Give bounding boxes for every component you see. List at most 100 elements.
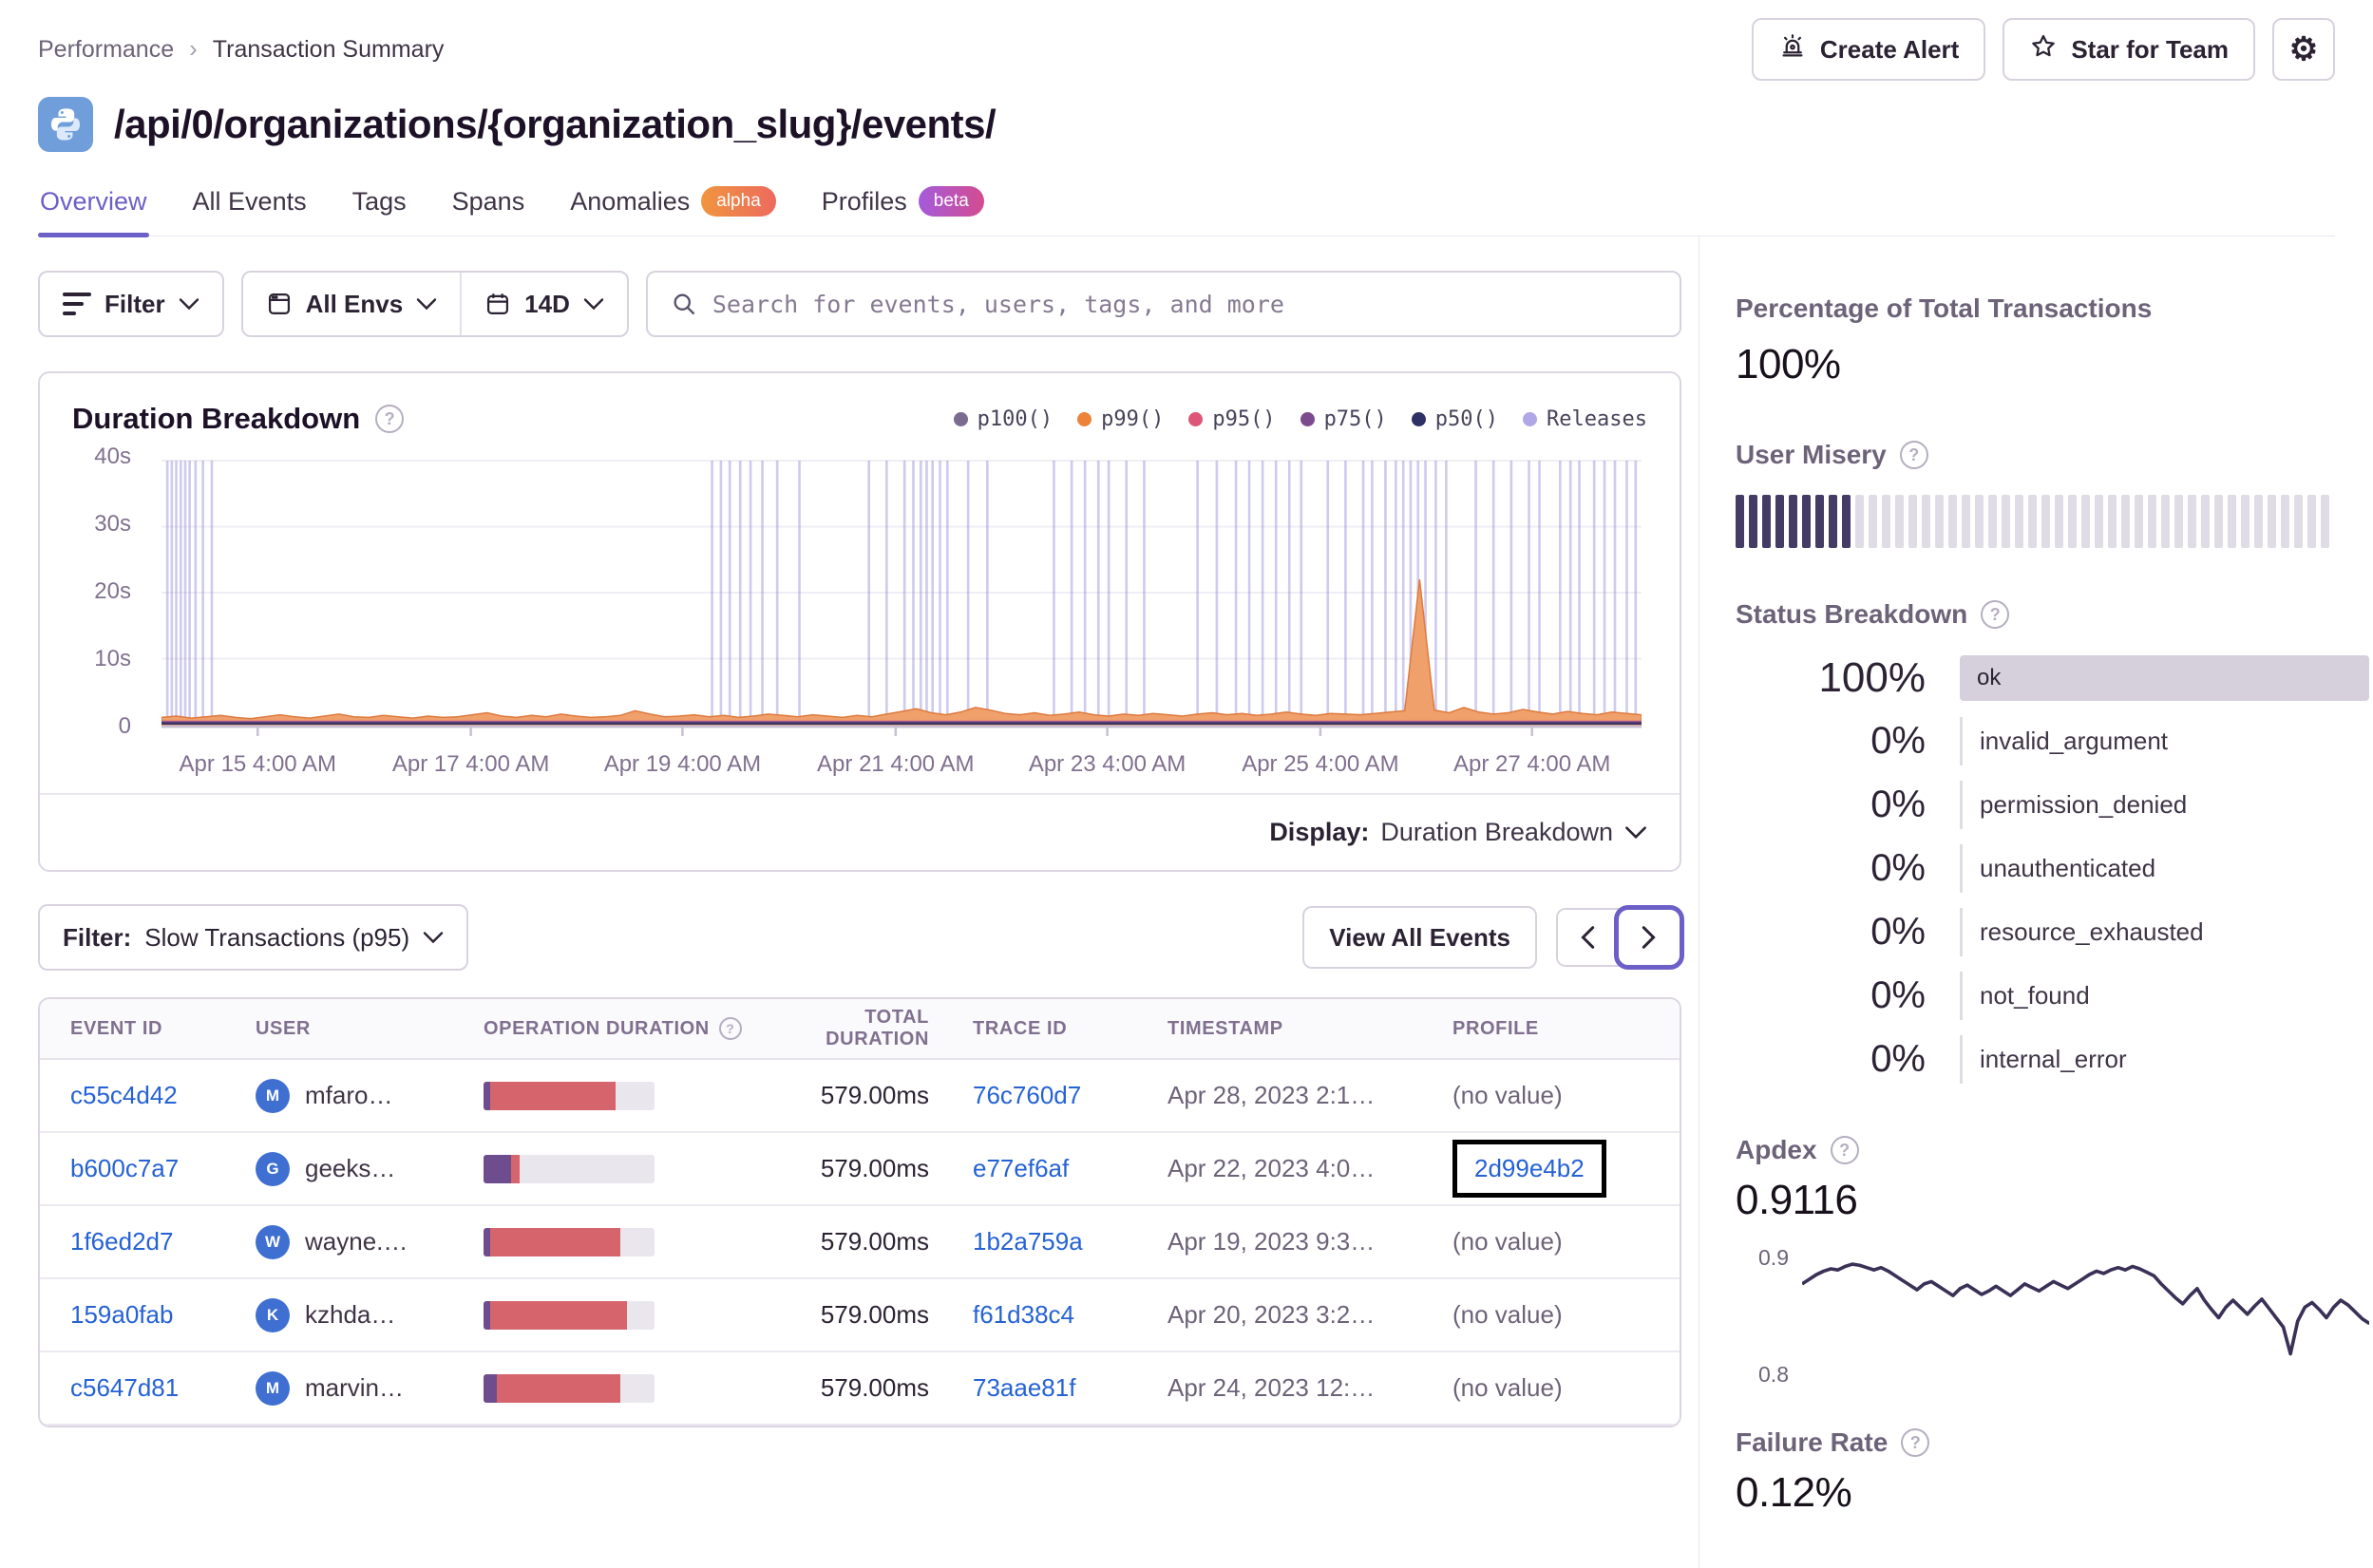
help-icon[interactable]: ? xyxy=(1981,600,2010,629)
help-icon[interactable]: ? xyxy=(1830,1136,1859,1164)
status-row: 0% internal_error xyxy=(1736,1035,2369,1084)
breadcrumb-performance[interactable]: Performance xyxy=(38,36,174,64)
y-axis-label: 10s xyxy=(94,645,131,671)
legend-item[interactable]: p50() xyxy=(1411,407,1498,431)
legend-item[interactable]: p100() xyxy=(953,407,1053,431)
avatar: M xyxy=(256,1078,290,1113)
user-name: mfaro… xyxy=(305,1081,393,1109)
help-icon[interactable]: ? xyxy=(375,405,405,433)
event-id-link[interactable]: c5647d81 xyxy=(70,1373,179,1402)
misery-tick xyxy=(2081,495,2090,548)
trace-id-link[interactable]: e77ef6af xyxy=(973,1154,1069,1182)
operation-duration-bar xyxy=(484,1300,655,1330)
chevron-left-icon xyxy=(1581,926,1595,949)
date-range-selector[interactable]: 14D xyxy=(460,273,627,335)
user-name: geeks… xyxy=(305,1154,396,1182)
duration-breakdown-card: Duration Breakdown ? p100() p99() p95() xyxy=(38,371,1681,872)
trace-id-link[interactable]: 76c760d7 xyxy=(973,1081,1081,1109)
event-id-link[interactable]: b600c7a7 xyxy=(70,1154,179,1182)
star-for-team-button[interactable]: Star for Team xyxy=(2003,18,2255,81)
operation-duration-bar xyxy=(484,1081,655,1110)
total-duration: 579.00ms xyxy=(820,1300,929,1329)
apdex-sparkline xyxy=(1802,1262,2370,1356)
create-alert-button[interactable]: Create Alert xyxy=(1751,18,1986,81)
misery-tick xyxy=(1869,495,1877,548)
display-label: Display: xyxy=(1269,818,1370,846)
tab[interactable]: Profiles beta xyxy=(820,180,986,236)
legend-dot xyxy=(1411,411,1426,426)
misery-tick xyxy=(1935,495,1944,548)
misery-tick xyxy=(1829,495,1837,548)
table-row: c5647d81 M marvin… 579.00ms 73aae81f Apr… xyxy=(40,1352,1680,1426)
trace-id-link[interactable]: f61d38c4 xyxy=(973,1300,1074,1329)
misery-tick xyxy=(1895,495,1904,548)
misery-tick xyxy=(2188,495,2196,548)
event-id-link[interactable]: 159a0fab xyxy=(70,1300,173,1329)
misery-tick xyxy=(1962,495,1970,548)
transactions-filter-label: Filter: xyxy=(63,922,132,952)
chart-legend: p100() p99() p95() p75() p50() Releases xyxy=(953,407,1647,431)
calendar-icon xyxy=(487,293,509,315)
legend-item[interactable]: Releases xyxy=(1523,407,1647,431)
search-input[interactable] xyxy=(712,290,1657,318)
event-id-link[interactable]: 1f6ed2d7 xyxy=(70,1227,173,1256)
tab-label: Spans xyxy=(451,186,525,216)
previous-page-button[interactable] xyxy=(1558,910,1619,965)
trace-id-link[interactable]: 1b2a759a xyxy=(973,1227,1083,1256)
pct-total-section: Percentage of Total Transactions 100% xyxy=(1736,293,2369,388)
status-label: unauthenticated xyxy=(1960,844,2369,893)
status-percent: 0% xyxy=(1870,720,1926,762)
misery-tick xyxy=(1908,495,1917,548)
chevron-right-icon xyxy=(1642,926,1656,949)
status-breakdown-section: Status Breakdown ? 100% ok 0% invalid_ar… xyxy=(1736,599,2370,1084)
apdex-y-bottom: 0.8 xyxy=(1758,1362,1789,1387)
legend-item[interactable]: p99() xyxy=(1077,407,1164,431)
user-name: kzhda… xyxy=(305,1300,396,1329)
filter-dropdown[interactable]: Filter xyxy=(38,271,224,337)
title-row: /api/0/organizations/{organization_slug}… xyxy=(38,97,2335,152)
x-axis-label: Apr 25 4:00 AM xyxy=(1242,751,1399,777)
misery-tick xyxy=(2148,495,2156,548)
environment-selector[interactable]: All Envs xyxy=(243,273,461,335)
page-title: /api/0/organizations/{organization_slug}… xyxy=(114,102,997,146)
help-icon[interactable]: ? xyxy=(1899,441,1928,469)
tab[interactable]: Tags xyxy=(351,180,408,236)
legend-item[interactable]: p95() xyxy=(1188,407,1276,431)
event-id-link[interactable]: c55c4d42 xyxy=(70,1081,178,1109)
tab[interactable]: Spans xyxy=(450,180,527,236)
next-page-button[interactable] xyxy=(1614,905,1684,970)
x-axis-label: Apr 19 4:00 AM xyxy=(603,751,762,777)
display-selector[interactable]: Duration Breakdown xyxy=(1380,818,1647,847)
top-bar: Performance › Transaction Summary Create… xyxy=(38,15,2335,84)
help-icon[interactable]: ? xyxy=(718,1017,742,1040)
avatar: W xyxy=(256,1224,290,1259)
apdex-chart: 0.9 0.8 xyxy=(1736,1243,2370,1395)
status-label: internal_error xyxy=(1960,1035,2369,1084)
table-row: b600c7a7 G geeks… 579.00ms e77ef6af Apr … xyxy=(40,1133,1680,1206)
misery-tick xyxy=(1855,495,1864,548)
chevron-down-icon xyxy=(423,932,444,944)
tab[interactable]: Anomalies alpha xyxy=(568,180,778,236)
transactions-filter-dropdown[interactable]: Filter: Slow Transactions (p95) xyxy=(38,904,469,971)
tab[interactable]: Overview xyxy=(38,180,149,237)
misery-tick xyxy=(2002,495,2010,548)
col-timestamp: Timestamp xyxy=(1168,1017,1283,1039)
settings-button[interactable]: ⚙ xyxy=(2272,18,2335,81)
legend-item[interactable]: p75() xyxy=(1300,407,1387,431)
misery-tick xyxy=(2135,495,2143,548)
trace-id-link[interactable]: 73aae81f xyxy=(973,1373,1075,1402)
col-operation-duration: Operation Duration? xyxy=(484,1017,769,1040)
view-all-events-label: View All Events xyxy=(1329,922,1510,952)
misery-tick xyxy=(2281,495,2289,548)
view-all-events-button[interactable]: View All Events xyxy=(1302,906,1537,969)
help-icon[interactable]: ? xyxy=(1901,1428,1930,1457)
col-event-id: Event ID xyxy=(70,1017,163,1039)
tab[interactable]: All Events xyxy=(191,180,309,236)
col-total-duration: Total Duration xyxy=(826,1007,929,1049)
profile-link[interactable]: 2d99e4b2 xyxy=(1474,1154,1585,1182)
chevron-down-icon xyxy=(583,298,604,311)
profile-empty: (no value) xyxy=(1452,1081,1563,1109)
star-icon xyxy=(2029,32,2058,67)
profile-empty: (no value) xyxy=(1452,1300,1563,1329)
misery-tick xyxy=(2201,495,2210,548)
